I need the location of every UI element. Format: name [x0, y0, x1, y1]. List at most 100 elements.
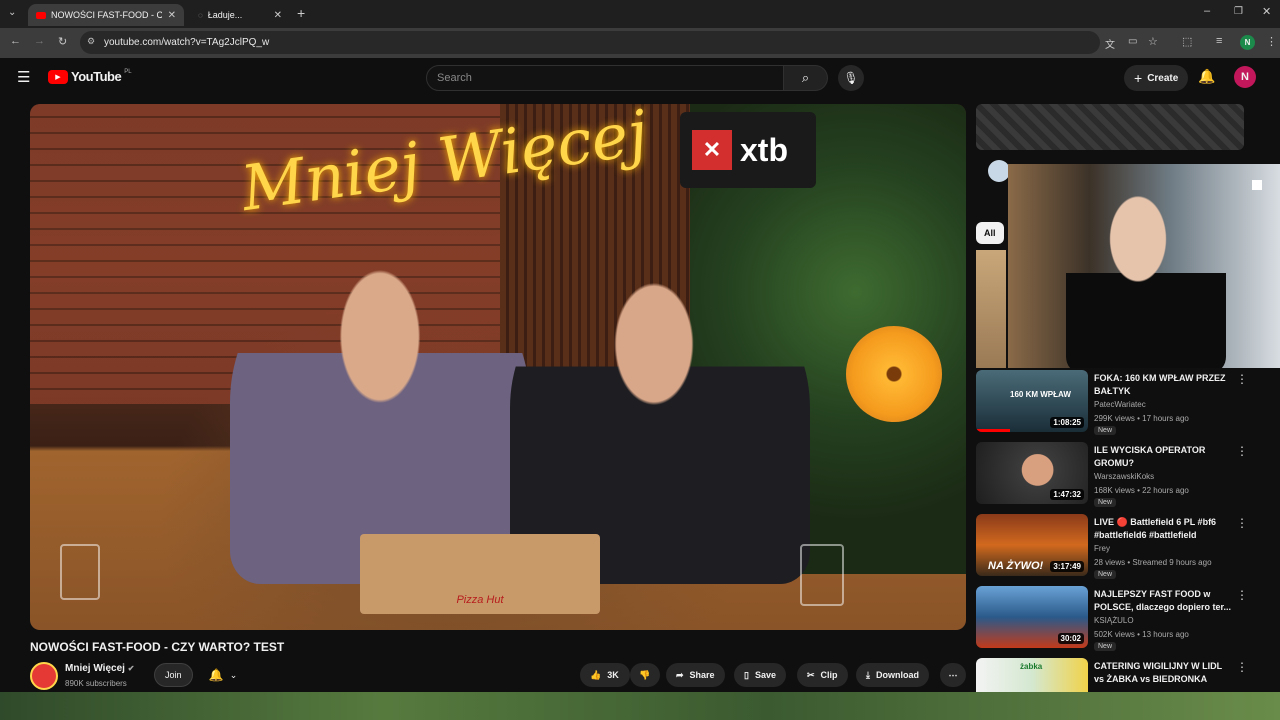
like-button[interactable]: 👍 3K [580, 663, 630, 687]
list-item[interactable]: żabka CATERING WIGILIJNY W LIDL vs ŻABKA… [976, 658, 1256, 692]
more-options-icon[interactable]: ⋮ [1236, 588, 1248, 602]
loading-spinner-icon: ◌ [198, 10, 203, 20]
channel-thumb-icon [988, 160, 1010, 182]
youtube-play-icon: ▶ [48, 69, 68, 84]
channel-name[interactable]: PatecWariatec [1094, 400, 1146, 409]
sidebar-thumb-partial [976, 250, 1006, 368]
list-item[interactable]: 30:02 NAJLEPSZY FAST FOOD w POLSCE, dlac… [976, 586, 1256, 654]
profile-avatar[interactable]: N [1240, 35, 1255, 50]
video-thumbnail[interactable]: żabka [976, 658, 1088, 692]
youtube-logo-text: YouTube [71, 69, 122, 84]
channel-name[interactable]: WarszawskiKoks [1094, 472, 1154, 481]
maximize-icon[interactable]: ❐ [1234, 6, 1243, 17]
reload-icon[interactable]: ↻ [58, 35, 67, 48]
cast-icon[interactable]: ▭ [1128, 36, 1137, 47]
channel-name[interactable]: Frey [1094, 544, 1110, 553]
new-tab-icon[interactable]: + [297, 5, 305, 21]
search-input[interactable]: Search [426, 65, 784, 91]
overlay-square-icon [1252, 180, 1262, 190]
dislike-button[interactable]: 👎 [630, 663, 660, 687]
sponsor-text: xtb [740, 131, 788, 168]
video-thumbnail[interactable]: NA ŻYWO! 3:17:49 [976, 514, 1088, 576]
more-options-icon[interactable]: ⋮ [1236, 516, 1248, 530]
video-title[interactable]: NAJLEPSZY FAST FOOD w POLSCE, dlaczego d… [1094, 588, 1234, 614]
video-thumbnail[interactable]: 30:02 [976, 586, 1088, 648]
xtb-x-icon: ✕ [692, 130, 732, 170]
browser-toolbar: ← → ↻ ⚙ youtube.com/watch?v=TAg2JclPQ_w … [0, 28, 1280, 58]
voice-search-button[interactable]: 🎙 [838, 65, 864, 91]
tab-title: Ładuje... [207, 10, 243, 20]
youtube-logo[interactable]: ▶ YouTube PL [48, 69, 132, 84]
duration-badge: 1:08:25 [1050, 417, 1084, 428]
channel-name[interactable]: Mniej Więcej ✔ [65, 663, 134, 674]
thumbnail-text: NA ŻYWO! [988, 560, 1044, 572]
close-window-icon[interactable]: ✕ [1262, 5, 1271, 18]
download-button[interactable]: ⤓ Download [856, 663, 929, 687]
address-bar[interactable]: ⚙ youtube.com/watch?v=TAg2JclPQ_w 文 ▭ ☆ [80, 31, 1158, 54]
video-title[interactable]: FOKA: 160 KM WPŁAW PRZEZ BAŁTYK [1094, 372, 1234, 398]
video-title[interactable]: LIVE 🔴 Battlefield 6 PL #bf6 #battlefiel… [1094, 516, 1234, 542]
account-avatar[interactable]: N [1234, 66, 1256, 88]
more-actions-button[interactable]: ⋯ [940, 663, 966, 687]
clip-button[interactable]: ✂ Clip [797, 663, 848, 687]
browser-menu-icon[interactable]: ⋮ [1266, 35, 1277, 48]
scissors-icon: ✂ [807, 669, 815, 680]
like-count: 3K [607, 670, 619, 680]
youtube-header: ☰ ▶ YouTube PL Search ⌕ 🎙 + Create 🔔 N [0, 58, 1280, 98]
more-options-icon[interactable]: ⋮ [1236, 444, 1248, 458]
plus-icon: + [1134, 70, 1143, 86]
extensions-icon[interactable]: ⬚ [1182, 35, 1192, 48]
browser-tab-active[interactable]: NOWOŚCI FAST-FOOD - CZY W ✕ [28, 4, 184, 26]
thumbnail-text: żabka [1020, 662, 1043, 671]
duration-badge: 1:47:32 [1050, 489, 1084, 500]
more-options-icon[interactable]: ⋮ [1236, 372, 1248, 386]
channel-avatar[interactable] [30, 662, 58, 690]
subscribe-notifications-button[interactable]: 🔔 ⌄ [200, 663, 246, 687]
media-control-icon[interactable]: ≡ [1216, 35, 1222, 47]
hamburger-menu-icon[interactable]: ☰ [17, 68, 30, 86]
back-icon[interactable]: ← [10, 35, 21, 47]
video-title[interactable]: CATERING WIGILIJNY W LIDL vs ŻABKA vs BI… [1094, 660, 1234, 686]
minimize-icon[interactable]: – [1204, 5, 1210, 17]
search-button[interactable]: ⌕ [784, 65, 828, 91]
filter-chip-all[interactable]: All [976, 222, 1004, 244]
thumbs-down-icon: 👎 [639, 669, 651, 680]
close-tab-icon[interactable]: ✕ [274, 10, 282, 21]
list-item[interactable]: 1:47:32 ILE WYCISKA OPERATOR GROMU? Wars… [976, 442, 1256, 510]
forward-icon[interactable]: → [34, 35, 45, 47]
neon-lamp [846, 326, 942, 422]
site-info-icon[interactable]: ⚙ [87, 36, 95, 47]
list-item[interactable]: NA ŻYWO! 3:17:49 LIVE 🔴 Battlefield 6 PL… [976, 514, 1256, 582]
notifications-bell-icon[interactable]: 🔔 [1198, 68, 1215, 85]
video-player[interactable]: ✕ xtb Mniej Więcej Pizza Hut [30, 104, 966, 630]
tab-list-chevron-icon[interactable]: ⌄ [8, 7, 16, 18]
thumbs-up-icon: 👍 [590, 669, 602, 680]
video-meta: 28 views • Streamed 9 hours ago [1094, 558, 1212, 567]
glass-right [800, 544, 844, 606]
url-text: youtube.com/watch?v=TAg2JclPQ_w [104, 37, 270, 48]
sidebar-ad-banner[interactable] [976, 104, 1244, 150]
bookmark-star-icon[interactable]: ☆ [1148, 35, 1158, 48]
region-code: PL [124, 69, 132, 75]
video-title[interactable]: ILE WYCISKA OPERATOR GROMU? [1094, 444, 1234, 470]
join-button[interactable]: Join [154, 663, 193, 687]
video-title: NOWOŚCI FAST-FOOD - CZY WARTO? TEST [30, 640, 285, 654]
duration-badge: 30:02 [1057, 633, 1084, 644]
video-thumbnail[interactable]: 1:47:32 [976, 442, 1088, 504]
chevron-down-icon: ⌄ [229, 669, 238, 680]
video-thumbnail[interactable]: 160 KM WPŁAW 1:08:25 [976, 370, 1088, 432]
channel-name[interactable]: KSIĄŻULO [1094, 616, 1134, 625]
share-button[interactable]: ➦ Share [666, 663, 725, 687]
list-item[interactable]: 160 KM WPŁAW 1:08:25 FOKA: 160 KM WPŁAW … [976, 370, 1256, 438]
video-meta: 502K views • 13 hours ago [1094, 630, 1189, 639]
translate-icon[interactable]: 文 [1105, 36, 1115, 51]
save-button[interactable]: ▯ Save [734, 663, 786, 687]
new-badge: New [1094, 426, 1117, 435]
clip-label: Clip [820, 670, 838, 680]
create-button[interactable]: + Create [1124, 65, 1189, 91]
close-tab-icon[interactable]: ✕ [168, 10, 176, 21]
more-options-icon[interactable]: ⋮ [1236, 660, 1248, 674]
new-badge: New [1094, 498, 1117, 507]
browser-tab-loading[interactable]: ◌ Ładuje... ✕ [190, 4, 290, 26]
video-meta: 299K views • 17 hours ago [1094, 414, 1189, 423]
